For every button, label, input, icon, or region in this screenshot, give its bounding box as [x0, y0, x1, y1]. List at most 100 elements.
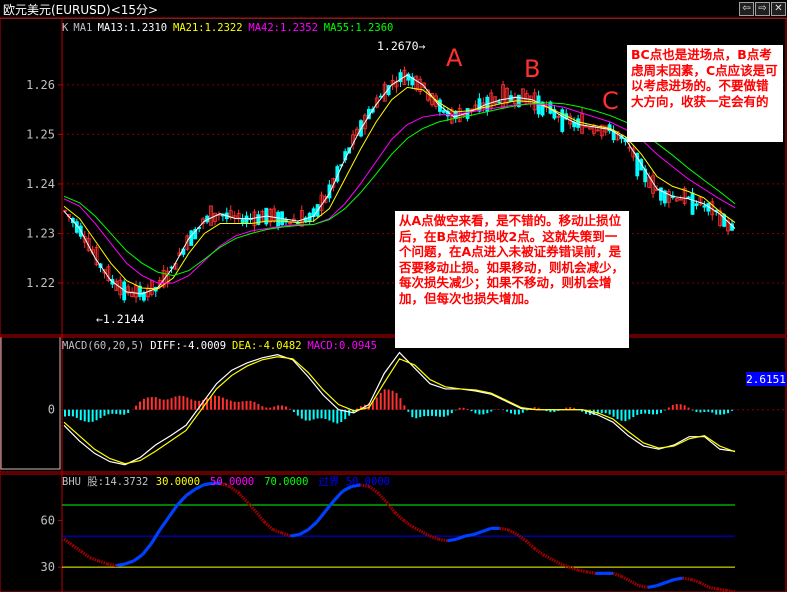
bhu-line-segment — [158, 516, 170, 531]
bhu-legend-item: 30.0000 — [156, 476, 200, 488]
bhu-line-segment — [464, 532, 474, 538]
bhu-line-segment — [141, 542, 153, 556]
y-tick-label: 1.26 — [26, 78, 55, 92]
candle-body — [694, 203, 699, 207]
bhu-line-segment — [98, 559, 109, 566]
bhu-panel-frame — [0, 473, 787, 592]
ma-legend-item: MA55:1.2360 — [324, 22, 394, 34]
ma-legend-item: MA42:1.2352 — [248, 22, 318, 34]
bhu-line-segment — [612, 571, 623, 578]
bhu-line-segment — [124, 559, 135, 566]
ma-legend-item: K — [62, 22, 69, 34]
bhu-line-segment — [551, 557, 562, 566]
bhu-legend-item: BHU 股:14.3732 — [62, 476, 148, 488]
bhu-line-segment — [542, 553, 553, 561]
bhu-line-segment — [176, 494, 188, 507]
high-label: 1.2670→ — [377, 39, 426, 53]
candle-body — [722, 214, 727, 227]
bhu-line-segment — [499, 526, 509, 532]
ma-legend-item: MA13:1.2310 — [98, 22, 168, 34]
bhu-line-segment — [185, 488, 196, 498]
candle-body — [477, 98, 482, 112]
candle-body — [702, 205, 707, 208]
bhu-line-segment — [533, 547, 545, 557]
bhu-line-segment — [682, 576, 692, 582]
macd-legend-item: DIFF:-4.0009 — [150, 340, 226, 352]
bhu-line-segment — [577, 568, 588, 574]
bhu-line-segment — [647, 584, 657, 589]
y-tick-label: 1.22 — [26, 276, 55, 290]
candle-body — [244, 215, 249, 223]
bhu-y-tick-label: 60 — [41, 514, 55, 528]
candle-body — [276, 211, 281, 229]
ma-legend-item: MA21:1.2322 — [173, 22, 243, 34]
y-tick-label: 1.25 — [26, 127, 55, 141]
bhu-line-segment — [245, 500, 257, 513]
bhu-line-segment — [306, 520, 318, 532]
bhu-line-segment — [332, 489, 345, 502]
ma-legend-item: MA1 — [73, 22, 92, 34]
bhu-line-segment — [402, 519, 414, 529]
bhu-line-segment — [63, 537, 74, 547]
bhu-line-segment — [394, 511, 405, 522]
bhu-line-segment — [699, 581, 710, 589]
bhu-line-segment — [717, 587, 727, 592]
point-label-b: B — [524, 55, 540, 83]
bhu-legend-item: 50.0000 — [210, 476, 254, 488]
macd-legend-item: MACD:0.0945 — [307, 340, 377, 352]
bhu-line-segment — [298, 528, 309, 536]
candle-body — [560, 109, 565, 132]
bhu-line-segment — [116, 562, 126, 568]
bhu-line-segment — [149, 529, 162, 545]
chart-window: 欧元美元(EURUSD)<15分> ⇦ ⇨ ✕ 1.26 1.25 1.24 1.23… — [0, 0, 787, 592]
bhu-line-segment — [664, 578, 675, 585]
macd-dea-line — [63, 356, 736, 465]
bhu-line-segment — [132, 553, 144, 563]
bhu-line-segment — [447, 537, 457, 543]
candle-body — [536, 95, 541, 115]
bhu-legend-item: 70.0000 — [264, 476, 308, 488]
bhu-line-segment — [507, 528, 518, 536]
y-tick-label: 1.23 — [26, 226, 55, 240]
point-label-a: A — [446, 44, 463, 72]
bhu-line-segment — [473, 529, 483, 537]
bhu-line-segment — [438, 537, 448, 543]
bhu-line-segment — [411, 525, 423, 533]
bhu-line-segment — [516, 533, 527, 543]
bhu-line-segment — [167, 504, 179, 519]
candle-body — [497, 101, 502, 104]
bhu-line-segment — [420, 530, 431, 538]
bhu-y-tick-label: 30 — [41, 560, 55, 574]
bhu-line-segment — [272, 528, 283, 535]
macd-zero-label: 0 — [48, 403, 55, 417]
bhu-line-segment — [237, 491, 249, 504]
bhu-line-segment — [315, 510, 327, 524]
a-note: 从A点做空来看，是不错的。移动止损位后，在B点被打损收2点。这就失策到一个问题，… — [395, 211, 629, 348]
macd-legend-item: DEA:-4.0482 — [232, 340, 302, 352]
bhu-line-segment — [290, 532, 300, 538]
low-label: ←1.2144 — [96, 312, 145, 326]
bhu-line-segment — [638, 584, 649, 589]
candle-body — [189, 230, 194, 246]
bhu-line-segment — [656, 581, 666, 588]
bhu-line-segment — [89, 556, 100, 563]
point-label-c: C — [602, 87, 619, 115]
bhu-line-segment — [690, 578, 701, 585]
bhu-line-segment — [376, 491, 388, 504]
macd-value-label: 2.6151 — [746, 373, 786, 386]
bhu-line-segment — [629, 579, 640, 588]
bhu-line-segment — [263, 520, 275, 532]
candle-body — [686, 196, 691, 199]
bhu-line-segment — [385, 500, 397, 514]
bhu-line-segment — [586, 570, 596, 575]
bc-note: BC点也是进场点，B点考虑周末因素，C点应该是可以考虑进场的。不要做错大方向，收… — [627, 45, 783, 142]
candle-body — [240, 219, 245, 224]
bhu-line-segment — [708, 585, 718, 591]
bhu-line-segment — [107, 562, 117, 568]
bhu-line-segment — [80, 550, 92, 560]
bhu-legend-item: 过界 50.0000 — [318, 475, 390, 488]
bhu-line-segment — [254, 510, 266, 524]
candle-body — [690, 192, 695, 215]
bhu-line-segment — [71, 544, 83, 553]
bhu-line-segment — [324, 499, 336, 513]
